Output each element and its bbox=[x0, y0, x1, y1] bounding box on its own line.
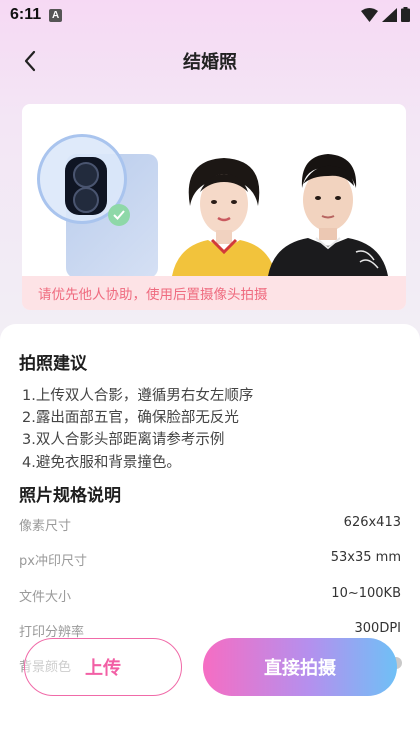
take-photo-button[interactable]: 直接拍摄 bbox=[203, 638, 397, 696]
spec-row-print-size: px冲印尺寸 53x35 mm bbox=[0, 550, 420, 570]
status-icons bbox=[361, 7, 410, 22]
app-notification-icon: A bbox=[49, 8, 63, 22]
shooting-hint: 请优先他人协助，使用后置摄像头拍摄 bbox=[22, 276, 406, 310]
spec-value: 300DPI bbox=[354, 621, 402, 636]
signal-icon bbox=[382, 7, 397, 22]
spec-value: 10~100KB bbox=[331, 586, 401, 601]
page-title: 结婚照 bbox=[183, 52, 237, 73]
back-button[interactable] bbox=[16, 47, 44, 75]
status-bar: 6:11 A bbox=[0, 0, 420, 30]
spec-value: 53x35 mm bbox=[330, 550, 401, 565]
wifi-icon bbox=[361, 7, 378, 22]
spec-row-pixel-size: 像素尺寸 626x413 bbox=[0, 515, 420, 535]
chevron-left-icon bbox=[24, 50, 36, 72]
camera-module bbox=[65, 157, 107, 215]
tip-item: 2.露出面部五官，确保脸部无反光 bbox=[22, 410, 239, 426]
example-card: 请优先他人协助，使用后置摄像头拍摄 bbox=[22, 104, 406, 310]
spec-label: px冲印尺寸 bbox=[19, 554, 87, 569]
camera-lens-icon bbox=[73, 162, 99, 188]
spec-value: 626x413 bbox=[343, 515, 401, 530]
groom-illustration bbox=[268, 154, 388, 276]
camera-lens-icon bbox=[73, 187, 99, 213]
spec-label: 文件大小 bbox=[19, 590, 72, 605]
tip-item: 3.双人合影头部距离请参考示例 bbox=[22, 432, 225, 448]
status-time: 6:11 bbox=[10, 6, 42, 23]
tip-item: 4.避免衣服和背景撞色。 bbox=[22, 455, 181, 471]
check-icon bbox=[108, 204, 130, 226]
upload-button[interactable]: 上传 bbox=[24, 638, 182, 696]
tip-item: 1.上传双人合影，遵循男右女左顺序 bbox=[22, 388, 254, 404]
tips-title: 拍照建议 bbox=[19, 354, 87, 374]
specs-title: 照片规格说明 bbox=[19, 486, 121, 506]
battery-icon bbox=[401, 7, 410, 22]
header: 结婚照 bbox=[0, 38, 420, 84]
spec-row-file-size: 文件大小 10~100KB bbox=[0, 586, 420, 606]
spec-label: 像素尺寸 bbox=[19, 519, 72, 534]
